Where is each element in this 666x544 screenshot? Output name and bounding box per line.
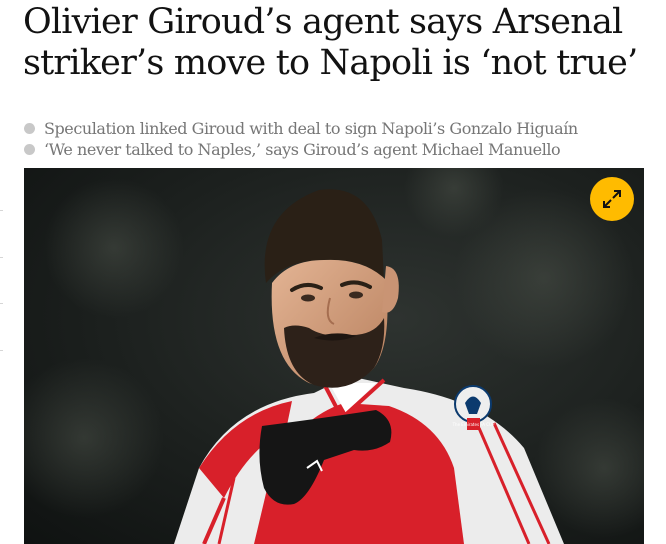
article-headline: Olivier Giroud’s agent says Arsenal stri… <box>23 2 638 83</box>
standfirst-text: ‘We never talked to Naples,’ says Giroud… <box>44 140 561 159</box>
standfirst-list: Speculation linked Giroud with deal to s… <box>24 118 578 160</box>
bullet-dot-icon <box>24 123 35 134</box>
main-media-photo: The Emirates FA CUP <box>24 168 644 544</box>
standfirst-text: Speculation linked Giroud with deal to s… <box>44 119 578 138</box>
bullet-dot-icon <box>24 144 35 155</box>
standfirst-item: Speculation linked Giroud with deal to s… <box>24 118 578 139</box>
player-photo: The Emirates FA CUP <box>24 168 644 544</box>
fa-cup-badge-text: The Emirates FA CUP <box>452 422 495 427</box>
expand-arrows-icon <box>603 190 621 208</box>
standfirst-item: ‘We never talked to Naples,’ says Giroud… <box>24 139 578 160</box>
expand-image-button[interactable] <box>590 177 634 221</box>
share-rail-edge <box>0 160 4 360</box>
